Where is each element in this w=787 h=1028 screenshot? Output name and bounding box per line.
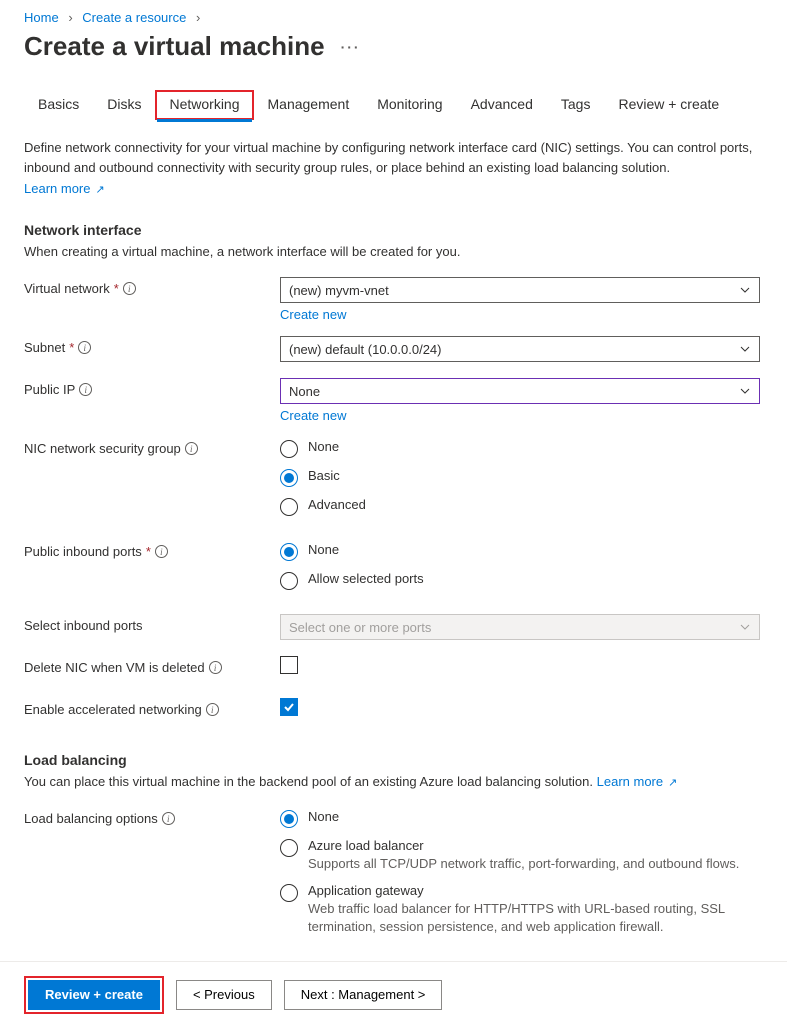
load-balancing-heading: Load balancing [24, 752, 763, 768]
public-ip-label: Public IP i [24, 378, 280, 397]
tab-networking[interactable]: Networking [155, 90, 253, 120]
tab-management[interactable]: Management [254, 90, 364, 120]
nsg-label: NIC network security group i [24, 437, 280, 456]
delete-nic-label: Delete NIC when VM is deleted i [24, 656, 280, 675]
intro-text: Define network connectivity for your vir… [24, 138, 763, 177]
virtual-network-label: Virtual network * i [24, 277, 280, 296]
external-link-icon: ↗ [92, 184, 104, 196]
virtual-network-dropdown[interactable]: (new) myvm-vnet [280, 277, 760, 303]
virtual-network-create-new[interactable]: Create new [280, 307, 346, 322]
public-inbound-radio-group: None Allow selected ports [280, 540, 760, 590]
review-create-button[interactable]: Review + create [28, 980, 160, 1010]
info-icon[interactable]: i [209, 661, 222, 674]
delete-nic-checkbox[interactable] [280, 656, 298, 674]
breadcrumb-sep: › [68, 10, 72, 25]
learn-more-link[interactable]: Learn more ↗ [24, 181, 105, 196]
chevron-down-icon [739, 343, 751, 355]
more-icon[interactable]: ··· [341, 39, 361, 55]
info-icon[interactable]: i [123, 282, 136, 295]
info-icon[interactable]: i [78, 341, 91, 354]
required-indicator: * [69, 340, 74, 355]
select-ports-label: Select inbound ports [24, 614, 280, 633]
lb-options-label: Load balancing options i [24, 807, 280, 826]
external-link-icon: ↗ [665, 777, 677, 789]
select-ports-placeholder: Select one or more ports [289, 620, 431, 635]
page-title-text: Create a virtual machine [24, 31, 325, 62]
public-inbound-radio-allow[interactable]: Allow selected ports [280, 571, 760, 590]
breadcrumb-home[interactable]: Home [24, 10, 59, 25]
lb-alb-desc: Supports all TCP/UDP network traffic, po… [308, 855, 739, 873]
public-ip-value: None [289, 384, 320, 399]
tab-tags[interactable]: Tags [547, 90, 605, 120]
chevron-down-icon [739, 621, 751, 633]
public-ip-create-new[interactable]: Create new [280, 408, 346, 423]
required-indicator: * [146, 544, 151, 559]
lb-radio-none[interactable]: None [280, 809, 760, 828]
accel-net-label: Enable accelerated networking i [24, 698, 280, 717]
public-inbound-radio-none[interactable]: None [280, 542, 760, 561]
info-icon[interactable]: i [162, 812, 175, 825]
lb-appgw-desc: Web traffic load balancer for HTTP/HTTPS… [308, 900, 760, 936]
tab-disks[interactable]: Disks [93, 90, 155, 120]
nsg-radio-advanced[interactable]: Advanced [280, 497, 760, 516]
public-ip-dropdown[interactable]: None [280, 378, 760, 404]
tab-basics[interactable]: Basics [24, 90, 93, 120]
select-ports-dropdown: Select one or more ports [280, 614, 760, 640]
accel-net-checkbox[interactable] [280, 698, 298, 716]
nsg-radio-none[interactable]: None [280, 439, 760, 458]
tabs: Basics Disks Networking Management Monit… [24, 90, 763, 120]
breadcrumb-sep: › [196, 10, 200, 25]
lb-radio-alb[interactable]: Azure load balancer Supports all TCP/UDP… [280, 838, 760, 873]
info-icon[interactable]: i [185, 442, 198, 455]
learn-more-label: Learn more [24, 181, 90, 196]
breadcrumb: Home › Create a resource › [24, 10, 763, 25]
previous-button[interactable]: < Previous [176, 980, 272, 1010]
tab-review-create[interactable]: Review + create [604, 90, 733, 120]
page-title: Create a virtual machine ··· [24, 31, 763, 62]
nsg-radio-group: None Basic Advanced [280, 437, 760, 516]
footer: Review + create < Previous Next : Manage… [0, 961, 787, 1028]
info-icon[interactable]: i [155, 545, 168, 558]
subnet-dropdown[interactable]: (new) default (10.0.0.0/24) [280, 336, 760, 362]
network-interface-heading: Network interface [24, 222, 763, 238]
required-indicator: * [114, 281, 119, 296]
chevron-down-icon [739, 284, 751, 296]
lb-learn-more-link[interactable]: Learn more ↗ [597, 774, 678, 789]
info-icon[interactable]: i [79, 383, 92, 396]
network-interface-sub: When creating a virtual machine, a netwo… [24, 244, 763, 259]
load-balancing-sub: You can place this virtual machine in th… [24, 774, 763, 789]
lb-radio-appgw[interactable]: Application gateway Web traffic load bal… [280, 883, 760, 936]
tab-monitoring[interactable]: Monitoring [363, 90, 456, 120]
virtual-network-value: (new) myvm-vnet [289, 283, 389, 298]
public-inbound-label: Public inbound ports * i [24, 540, 280, 559]
nsg-radio-basic[interactable]: Basic [280, 468, 760, 487]
review-create-highlight: Review + create [24, 976, 164, 1014]
subnet-label: Subnet * i [24, 336, 280, 355]
lb-radio-group: None Azure load balancer Supports all TC… [280, 807, 760, 937]
info-icon[interactable]: i [206, 703, 219, 716]
tab-advanced[interactable]: Advanced [457, 90, 547, 120]
next-button[interactable]: Next : Management > [284, 980, 443, 1010]
subnet-value: (new) default (10.0.0.0/24) [289, 342, 441, 357]
chevron-down-icon [739, 385, 751, 397]
breadcrumb-create-resource[interactable]: Create a resource [82, 10, 186, 25]
